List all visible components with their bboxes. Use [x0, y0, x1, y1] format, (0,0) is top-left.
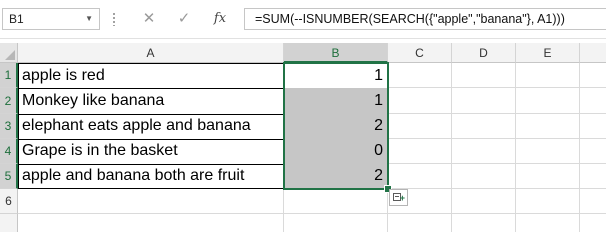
cell-a1[interactable]: apple is red: [18, 63, 284, 89]
plus-icon: +: [399, 193, 405, 203]
column-header-b[interactable]: B: [284, 43, 388, 63]
cell-d5[interactable]: [452, 164, 516, 189]
column-header-e[interactable]: E: [516, 43, 580, 63]
cell-b5[interactable]: 2: [284, 164, 388, 189]
row-header-6[interactable]: 6: [0, 189, 18, 214]
cell-b1[interactable]: 1: [284, 63, 388, 89]
formula-bar: B1 ▼ ✕ ✓ fx =SUM(--ISNUMBER(SEARCH({"app…: [0, 0, 606, 38]
column-header-f[interactable]: [580, 43, 606, 63]
cell-a4[interactable]: Grape is in the basket: [18, 139, 284, 165]
cell-f4[interactable]: [580, 139, 606, 164]
column-header-d[interactable]: D: [452, 43, 516, 63]
cell-d1[interactable]: [452, 63, 516, 88]
cell-c4[interactable]: [388, 139, 452, 164]
cell-e7[interactable]: [516, 214, 580, 232]
row-header-7[interactable]: [0, 214, 18, 232]
cell-a2[interactable]: Monkey like banana: [18, 88, 284, 115]
cell-c5[interactable]: [388, 164, 452, 189]
cell-d4[interactable]: [452, 139, 516, 164]
cell-c2[interactable]: [388, 88, 452, 114]
cell-a6[interactable]: [18, 189, 284, 214]
cell-f2[interactable]: [580, 88, 606, 114]
cell-f7[interactable]: [580, 214, 606, 232]
cell-e6[interactable]: [516, 189, 580, 214]
cell-b6[interactable]: [284, 189, 388, 214]
insert-function-icon[interactable]: fx: [209, 8, 231, 30]
cell-c3[interactable]: [388, 114, 452, 139]
cell-e3[interactable]: [516, 114, 580, 139]
name-box-value: B1: [9, 12, 24, 26]
row-header-1[interactable]: 1: [0, 63, 18, 88]
quick-analysis-icon[interactable]: +: [389, 189, 408, 206]
cell-e2[interactable]: [516, 88, 580, 114]
row-header-2[interactable]: 2: [0, 88, 18, 114]
cell-f6[interactable]: [580, 189, 606, 214]
cell-d3[interactable]: [452, 114, 516, 139]
cell-c1[interactable]: [388, 63, 452, 88]
cancel-icon[interactable]: ✕: [141, 8, 157, 30]
formula-input[interactable]: =SUM(--ISNUMBER(SEARCH({"apple","banana"…: [244, 8, 606, 30]
row-header-3[interactable]: 3: [0, 114, 18, 139]
row-header-5[interactable]: 5: [0, 164, 18, 189]
cell-f3[interactable]: [580, 114, 606, 139]
cell-b7[interactable]: [284, 214, 388, 232]
cell-e4[interactable]: [516, 139, 580, 164]
cell-e5[interactable]: [516, 164, 580, 189]
cell-b4[interactable]: 0: [284, 139, 388, 165]
formula-buttons: ✕ ✓ fx: [127, 8, 239, 30]
cell-d2[interactable]: [452, 88, 516, 114]
cell-a3[interactable]: elephant eats apple and banana: [18, 114, 284, 140]
column-header-c[interactable]: C: [388, 43, 452, 63]
row-header-4[interactable]: 4: [0, 139, 18, 164]
enter-icon[interactable]: ✓: [175, 8, 193, 30]
select-all-button[interactable]: [0, 43, 18, 63]
cell-d6[interactable]: [452, 189, 516, 214]
cell-e1[interactable]: [516, 63, 580, 88]
cell-f1[interactable]: [580, 63, 606, 88]
cell-f5[interactable]: [580, 164, 606, 189]
cell-a5[interactable]: apple and banana both are fruit: [18, 164, 284, 189]
cell-b2[interactable]: 1: [284, 88, 388, 115]
worksheet-grid: A B C D E 1 2 3 4 5 6 apple is red Monke…: [0, 43, 606, 232]
cell-a7[interactable]: [18, 214, 284, 232]
resize-grip-icon[interactable]: [113, 12, 115, 26]
cell-c7[interactable]: [388, 214, 452, 232]
chevron-down-icon[interactable]: ▼: [85, 9, 93, 29]
cell-d7[interactable]: [452, 214, 516, 232]
name-box[interactable]: B1 ▼: [2, 8, 100, 30]
column-header-a[interactable]: A: [18, 43, 284, 63]
cell-b3[interactable]: 2: [284, 114, 388, 140]
